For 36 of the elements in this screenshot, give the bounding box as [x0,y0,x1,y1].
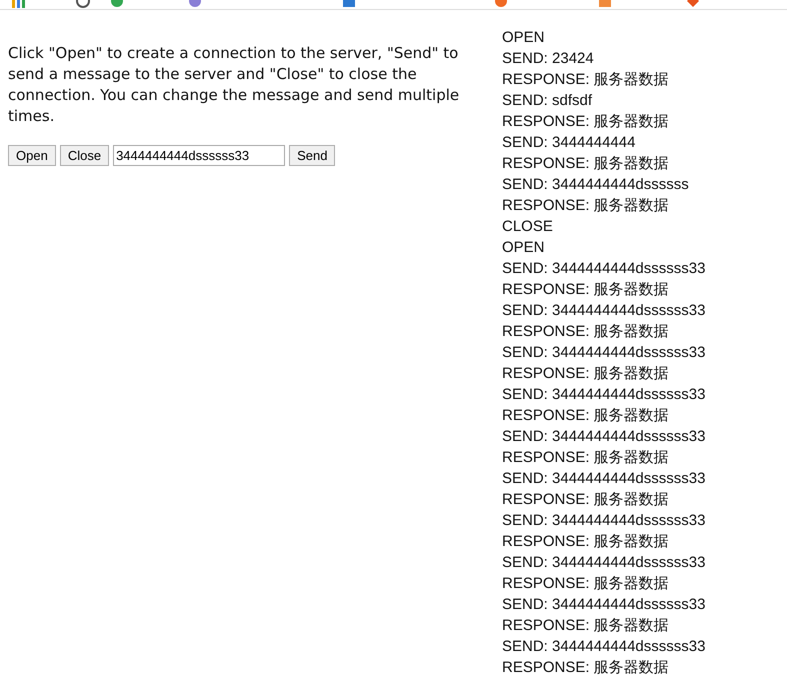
log-line: SEND: 3444444444dssssss33 [502,595,706,615]
log-line: RESPONSE: 服务器数据 [502,406,669,426]
log-line: RESPONSE: 服务器数据 [502,448,669,468]
log-line: SEND: 3444444444 [502,133,636,153]
log-line: RESPONSE: 服务器数据 [502,532,669,552]
log-line: CLOSE [502,217,553,237]
log-line: SEND: 23424 [502,49,594,69]
log-line: RESPONSE: 服务器数据 [502,658,669,678]
log-line: RESPONSE: 服务器数据 [502,364,669,384]
log-line: RESPONSE: 服务器数据 [502,616,669,636]
log-line: RESPONSE: 服务器数据 [502,322,669,342]
log-line: SEND: 3444444444dssssss33 [502,259,706,279]
log-line: SEND: 3444444444dssssss [502,175,689,195]
log-line: SEND: 3444444444dssssss33 [502,511,706,531]
log-line: SEND: 3444444444dssssss33 [502,553,706,573]
log-line: SEND: 3444444444dssssss33 [502,301,706,321]
log-line: SEND: 3444444444dssssss33 [502,637,706,657]
close-button[interactable]: Close [60,145,110,166]
log-line: OPEN [502,238,545,258]
log-line: RESPONSE: 服务器数据 [502,112,669,132]
log-line: OPEN [502,28,545,48]
send-button[interactable]: Send [289,145,336,166]
log-line: RESPONSE: 服务器数据 [502,574,669,594]
log-line: SEND: 3444444444dssssss33 [502,343,706,363]
log-line: RESPONSE: 服务器数据 [502,154,669,174]
log-line: RESPONSE: 服务器数据 [502,70,669,90]
instructions-text: Click "Open" to create a connection to the server, "Send" to send a message to the server and "Close" to close the connection. You can change the message and send multiple times. [8,43,460,127]
log-line: RESPONSE: 服务器数据 [502,280,669,300]
log-line: SEND: 3444444444dssssss33 [502,385,706,405]
open-button[interactable]: Open [8,145,56,166]
log-line: SEND: 3444444444dssssss33 [502,427,706,447]
log-line: SEND: sdfsdf [502,91,592,111]
message-input[interactable]: 3444444444dssssss33 [113,145,286,166]
log-line: SEND: 3444444444dssssss33 [502,469,706,489]
log-line: RESPONSE: 服务器数据 [502,196,669,216]
log-line: RESPONSE: 服务器数据 [502,490,669,510]
